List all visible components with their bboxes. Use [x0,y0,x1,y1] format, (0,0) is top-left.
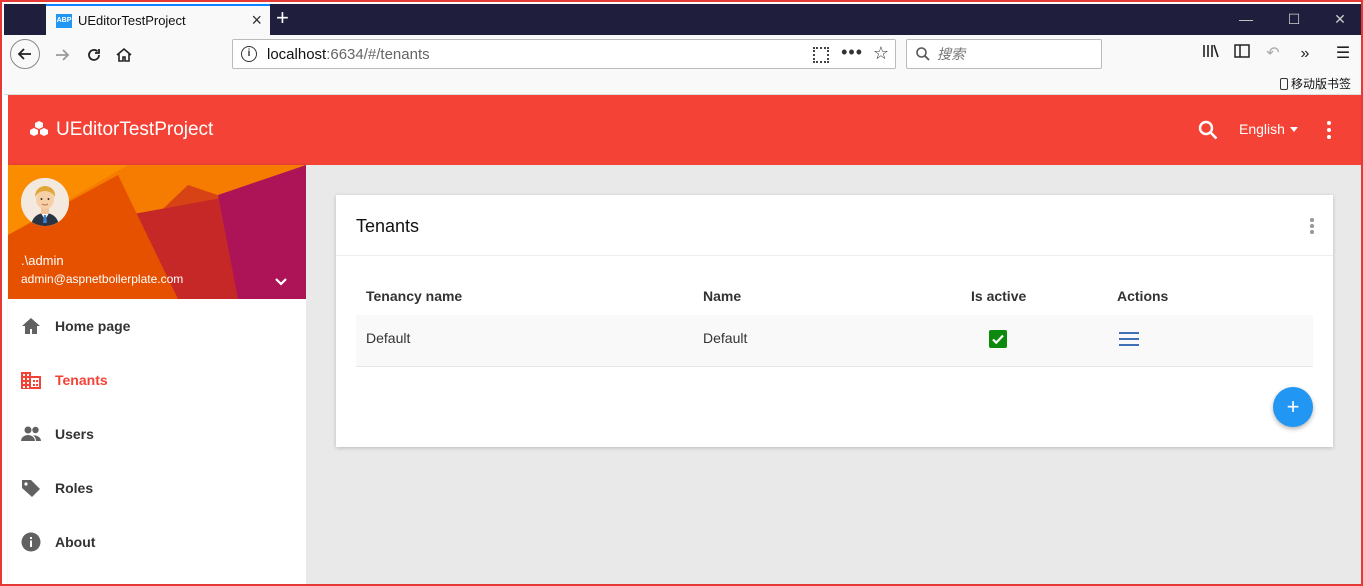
language-dropdown[interactable]: English [1239,121,1298,137]
header-search-icon[interactable] [1197,119,1219,141]
browser-tab[interactable]: ABP UEditorTestProject × [46,4,270,35]
sidebar-item-label: Home page [55,318,131,334]
column-header-is-active[interactable]: Is active [971,288,1026,304]
language-label: English [1239,121,1285,137]
card-divider [336,255,1333,256]
label-tag-icon [22,480,40,497]
search-icon [916,47,930,61]
chevron-down-icon[interactable] [274,275,288,289]
info-icon [21,532,41,552]
forward-arrow-icon [56,49,70,61]
tenants-card: Tenants Tenancy name Name Is active Acti… [336,195,1333,447]
user-info-panel: .\admin admin@aspnetboilerplate.com [8,165,306,299]
url-text: localhost:6634/#/tenants [267,46,430,63]
forward-button[interactable] [48,41,76,69]
mobile-bookmarks-link[interactable]: 移动版书签 [1279,75,1351,92]
column-header-tenancy-name[interactable]: Tenancy name [366,288,462,304]
sidebar-glyph [1234,44,1250,58]
tab-strip: ABP UEditorTestProject × + — ☐ ✕ [4,4,1361,35]
checkmark-icon [992,334,1004,345]
sidebar-item-label: Tenants [55,372,108,388]
reload-button[interactable] [80,41,108,69]
mobile-bookmarks-label: 移动版书签 [1290,77,1351,91]
url-host: localhost [267,46,327,63]
qr-code-icon[interactable] [813,47,829,63]
brand[interactable]: UEditorTestProject [28,119,213,141]
browser-home-icon [116,47,132,62]
home-icon [22,318,40,334]
home-button[interactable] [110,41,138,69]
cell-tenancy-name: Default [366,330,411,346]
sidebar-item-users[interactable]: Users [8,407,306,461]
app-header: UEditorTestProject English [8,95,1361,165]
sidebar-item-roles[interactable]: Roles [8,461,306,515]
table-row[interactable]: Default Default [356,315,1313,367]
column-header-actions: Actions [1117,288,1169,304]
minimize-button[interactable]: — [1236,9,1256,29]
undo-close-icon[interactable]: ↶ [1262,43,1284,65]
tab-close-icon[interactable]: × [251,10,262,30]
sidebar-item-label: Users [55,426,94,442]
user-email: admin@aspnetboilerplate.com [21,272,184,286]
is-active-checkbox [989,330,1007,348]
brand-title: UEditorTestProject [56,119,214,140]
library-icon[interactable] [1200,43,1222,65]
row-actions-menu-icon[interactable] [1119,332,1139,348]
business-icon [21,372,41,389]
sidebar-item-tenants[interactable]: Tenants [8,353,306,407]
abp-favicon-icon: ABP [56,14,72,28]
sidebar-item-home[interactable]: Home page [8,299,306,353]
tab-title: UEditorTestProject [78,13,186,28]
sidebar: .\admin admin@aspnetboilerplate.com Home… [8,165,306,584]
library-glyph [1203,44,1219,58]
bookmarks-bar: 移动版书签 [4,73,1361,95]
cell-name: Default [703,330,748,346]
page-title: Tenants [356,216,420,236]
page-actions-button[interactable]: ••• [841,42,863,63]
add-tenant-button[interactable]: + [1273,387,1313,427]
navigation-toolbar: i localhost:6634/#/tenants ••• ☆ ↶ » ☰ [4,35,1361,73]
sidebar-toggle-icon[interactable] [1231,43,1253,65]
reload-icon [88,49,100,61]
header-more-icon[interactable] [1326,121,1332,139]
sidebar-item-about[interactable]: About [8,515,306,569]
dropdown-caret-icon [1289,127,1298,132]
user-name: .\admin [21,253,64,268]
sidebar-item-label: Roles [55,480,94,496]
sidebar-item-label: About [55,534,96,550]
close-window-button[interactable]: ✕ [1330,9,1350,29]
browser-search-box[interactable] [906,39,1102,69]
overflow-menu-icon[interactable]: » [1294,43,1316,65]
sidebar-menu: Home page Tenants Users Roles About [8,299,306,569]
card-more-icon[interactable] [1308,218,1316,236]
phone-icon [1279,78,1288,90]
avatar[interactable] [21,178,69,226]
back-arrow-icon [17,48,31,60]
bookmark-star-icon[interactable]: ☆ [873,43,889,64]
main-content: Tenants Tenancy name Name Is active Acti… [306,165,1361,584]
browser-window: ABP UEditorTestProject × + — ☐ ✕ i local… [0,0,1363,586]
maximize-button[interactable]: ☐ [1284,9,1304,29]
new-tab-button[interactable]: + [276,6,289,30]
site-info-icon[interactable]: i [241,46,257,62]
address-bar[interactable]: i localhost:6634/#/tenants ••• ☆ [232,39,896,69]
cubes-logo-icon [30,121,48,136]
url-path: :6634/#/tenants [326,46,430,63]
user-avatar-image [21,178,69,226]
table-header: Tenancy name Name Is active Actions [356,281,1313,311]
column-header-name[interactable]: Name [703,288,741,304]
people-icon [21,426,41,441]
hamburger-menu-icon[interactable]: ☰ [1332,43,1354,65]
back-button[interactable] [10,39,40,69]
browser-search-input[interactable] [937,45,1087,65]
